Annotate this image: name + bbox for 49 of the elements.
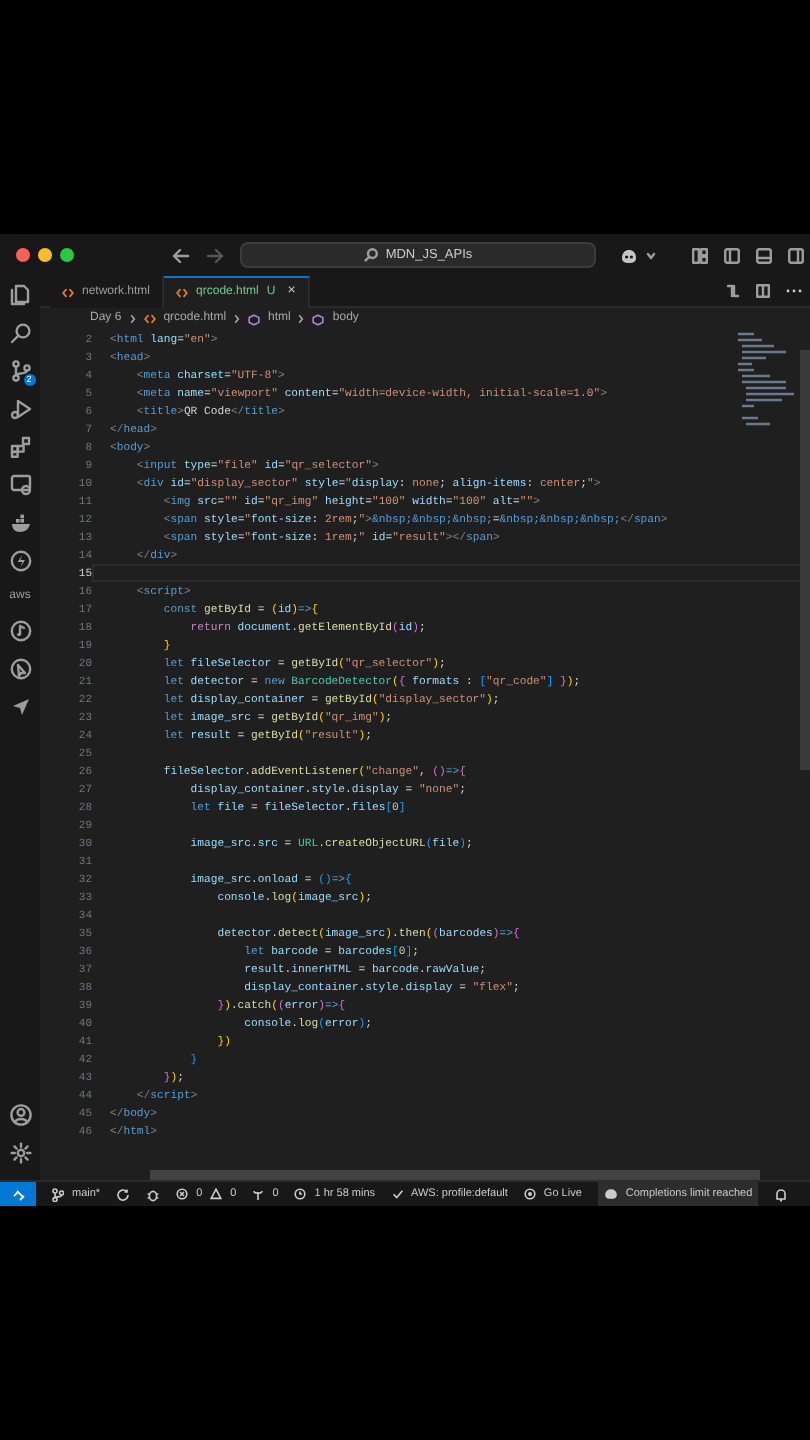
copilot-icon (603, 1188, 618, 1200)
chevron-right-icon (298, 314, 305, 324)
copilot-icon[interactable] (620, 247, 638, 263)
remote-button[interactable] (0, 1182, 36, 1206)
cube-icon (248, 313, 261, 325)
clock-icon (294, 1188, 307, 1200)
account-icon[interactable] (9, 1104, 31, 1126)
secondary-sidebar-icon[interactable] (788, 247, 804, 263)
forward-arrow-icon[interactable] (206, 247, 224, 263)
antenna-icon (252, 1188, 265, 1200)
layout-icon[interactable] (692, 247, 708, 263)
panel-toggle-icon[interactable] (756, 247, 772, 263)
settings-icon[interactable] (9, 1142, 31, 1164)
warning-icon (210, 1188, 223, 1200)
files-icon[interactable] (9, 284, 31, 306)
scrollbar[interactable] (800, 350, 810, 770)
monitor-icon[interactable] (9, 474, 31, 496)
search-icon (363, 248, 378, 262)
broadcast-icon (523, 1188, 536, 1200)
back-arrow-icon[interactable] (172, 247, 190, 263)
scrollbar[interactable] (150, 1170, 760, 1180)
more-actions-icon[interactable] (786, 288, 802, 294)
code-icon (176, 288, 189, 298)
cursor-circle-icon[interactable] (9, 658, 31, 680)
sync-icon[interactable] (116, 1187, 131, 1201)
remote-icon (11, 1187, 25, 1201)
whale-icon[interactable] (9, 512, 31, 534)
chevron-right-icon (129, 314, 136, 324)
check-icon (391, 1188, 404, 1200)
source-control-icon[interactable] (9, 360, 31, 382)
code-icon (143, 314, 156, 324)
branch-icon (52, 1187, 64, 1201)
send-arrow-icon[interactable] (9, 696, 31, 718)
compare-icon[interactable] (726, 284, 740, 298)
lightning-icon[interactable] (9, 550, 31, 572)
music-note-icon[interactable] (9, 620, 31, 642)
search-icon[interactable] (9, 322, 31, 344)
notification-icon[interactable] (774, 1187, 789, 1201)
sidebar-toggle-icon[interactable] (724, 247, 740, 263)
bug-icon[interactable] (146, 1187, 161, 1201)
error-icon (176, 1188, 189, 1200)
chevron-down-icon[interactable] (646, 251, 656, 259)
run-debug-icon[interactable] (9, 398, 31, 420)
split-editor-icon[interactable] (756, 284, 770, 298)
minimap-drawing[interactable] (734, 330, 794, 430)
chevron-right-icon (234, 314, 241, 324)
cube-icon (312, 313, 325, 325)
extensions-icon[interactable] (9, 436, 31, 458)
code-icon (62, 287, 74, 297)
